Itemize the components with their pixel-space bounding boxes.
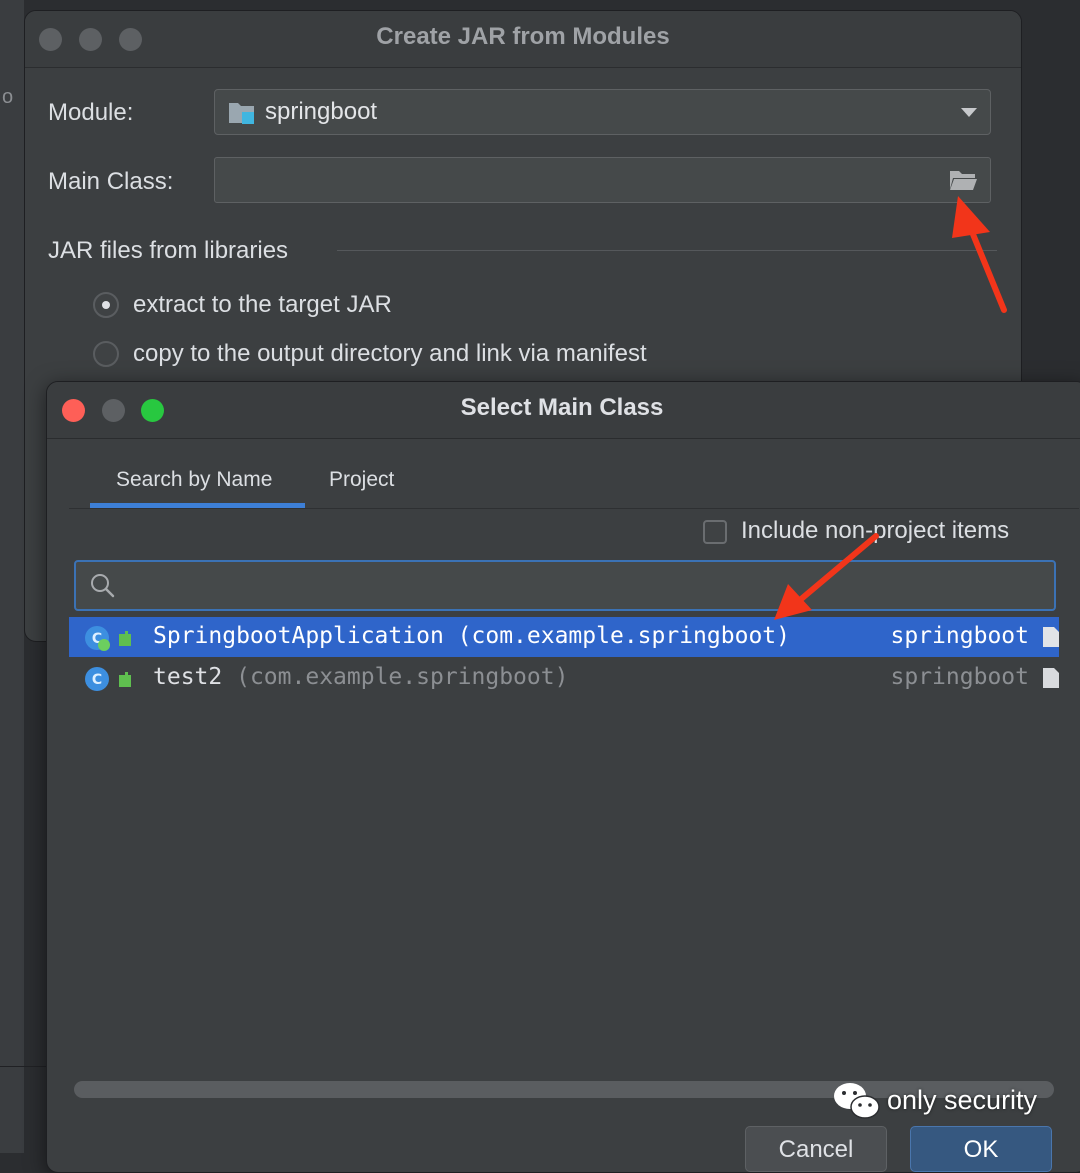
main-dialog-title: Select Main Class [460,394,664,421]
module-label: Module: [48,99,134,126]
result-module: springboot [890,623,1029,649]
tabs-separator [69,508,1079,509]
package-name: (com.example.springboot) [236,664,569,690]
class-name: SpringbootApplication [153,623,444,649]
background-divider [0,1066,46,1067]
spring-boot-class-icon: C [85,626,131,651]
watermark: only security [832,1080,1052,1124]
result-row[interactable]: C test2 (com.example.springboot) springb… [69,658,1059,698]
extract-radio[interactable] [93,292,119,318]
main-class-field[interactable] [214,157,991,203]
class-search-input[interactable] [74,560,1056,611]
copy-radio[interactable] [93,341,119,367]
result-class-name: test2 (com.example.springboot) [153,664,568,690]
active-tab-indicator [90,503,305,508]
jar-dialog-title: Create JAR from Modules [376,23,670,50]
tab-project[interactable]: Project [329,468,394,492]
background-ide-panel [0,0,24,1153]
include-non-project-label[interactable]: Include non-project items [741,517,1009,545]
chevron-down-icon [961,108,977,117]
svg-text:C: C [92,672,102,688]
cancel-button[interactable]: Cancel [745,1126,887,1172]
module-file-icon [1043,668,1059,688]
result-module: springboot [890,664,1029,690]
search-icon [91,574,115,598]
class-name: test2 [153,664,223,690]
copy-radio-label[interactable]: copy to the output directory and link vi… [133,340,647,368]
result-class-name: SpringbootApplication (com.example.sprin… [153,623,790,649]
wechat-icon [834,1083,880,1119]
group-separator [337,250,997,251]
main-class-label: Main Class: [48,168,174,195]
browse-folder-icon[interactable] [948,168,978,192]
result-row-selected[interactable]: C SpringbootApplication (com.example.spr… [69,617,1059,657]
module-combobox[interactable]: springboot [214,89,991,135]
main-dialog-titlebar: Select Main Class [47,382,1080,439]
select-main-class-dialog: Select Main Class Search by Name Project… [46,381,1080,1173]
background-partial-text: o [2,86,14,108]
ok-button[interactable]: OK [910,1126,1052,1172]
include-non-project-checkbox[interactable] [703,520,727,544]
jar-dialog-titlebar: Create JAR from Modules [25,11,1021,68]
tab-search-by-name[interactable]: Search by Name [116,468,272,492]
module-folder-icon [229,103,254,124]
module-value: springboot [265,98,378,125]
watermark-text: only security [887,1085,1038,1115]
libraries-group-label: JAR files from libraries [48,237,289,264]
class-icon: C [85,667,131,691]
package-name: (com.example.springboot) [457,623,790,649]
extract-radio-label[interactable]: extract to the target JAR [133,291,392,319]
module-file-icon [1043,627,1059,647]
